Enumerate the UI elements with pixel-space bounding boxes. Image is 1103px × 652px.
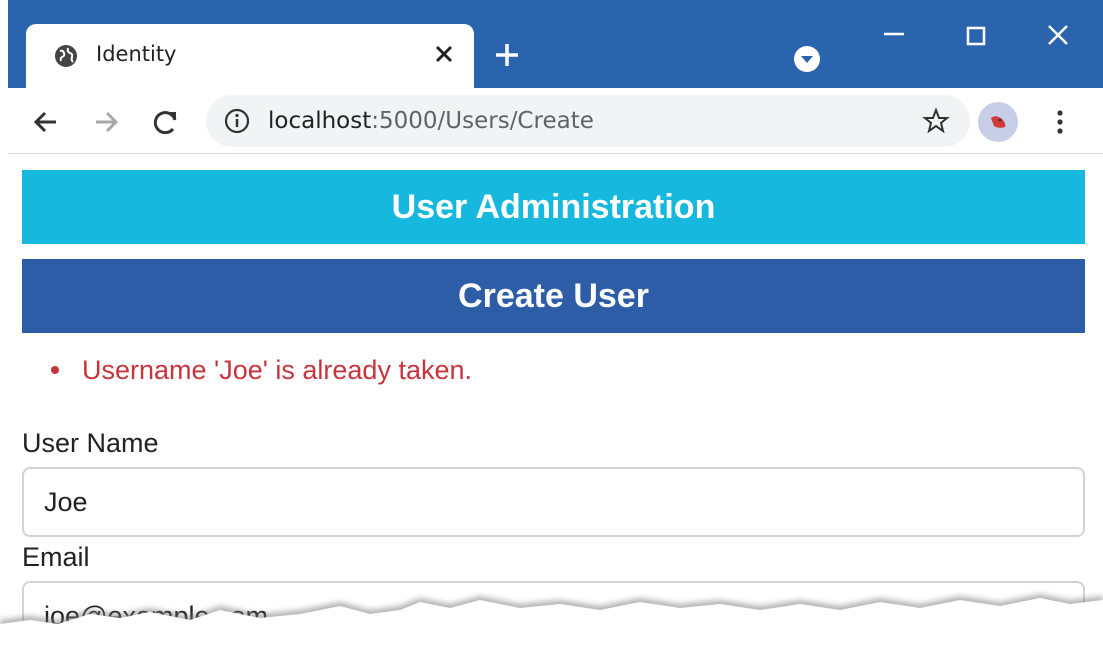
url-path: :5000/Users/Create [371,108,594,134]
chevron-down-icon[interactable] [792,44,822,74]
browser-toolbar: localhost:5000/Users/Create [8,88,1103,154]
close-icon[interactable] [1038,18,1078,54]
kebab-menu-icon[interactable] [1048,106,1072,138]
reload-icon[interactable] [150,106,182,138]
email-label: Email [22,542,90,572]
torn-edge-decoration [0,594,1103,652]
username-label: User Name [22,428,159,458]
validation-error: Username 'Joe' is already taken. [48,352,472,388]
plus-icon[interactable] [492,40,522,70]
page-content: User Administration Create User Username… [8,155,1103,652]
tab-title: Identity [96,42,177,66]
globe-icon [55,45,77,67]
star-icon[interactable] [922,107,950,135]
section-title: Create User [22,259,1085,333]
bullet-icon [51,366,59,374]
validation-summary: Username 'Joe' is already taken. [48,352,472,388]
close-icon[interactable] [428,38,460,70]
browser-window: Identity localhost:5000/Users/Create Use… [8,0,1103,652]
address-bar[interactable]: localhost:5000/Users/Create [206,95,970,147]
minimize-icon[interactable] [874,18,914,54]
avatar-icon[interactable] [978,102,1018,142]
url-text: localhost:5000/Users/Create [268,108,594,134]
url-host: localhost [268,108,372,134]
arrow-right-icon[interactable] [90,106,122,138]
browser-tab[interactable]: Identity [26,24,474,88]
info-icon[interactable] [224,108,250,134]
maximize-icon[interactable] [956,18,996,54]
validation-error-text: Username 'Joe' is already taken. [82,355,472,385]
title-bar: Identity [8,0,1103,88]
page-header: User Administration [22,170,1085,244]
arrow-left-icon[interactable] [30,106,62,138]
username-field[interactable] [22,467,1085,537]
bird-avatar-icon [991,116,1006,128]
